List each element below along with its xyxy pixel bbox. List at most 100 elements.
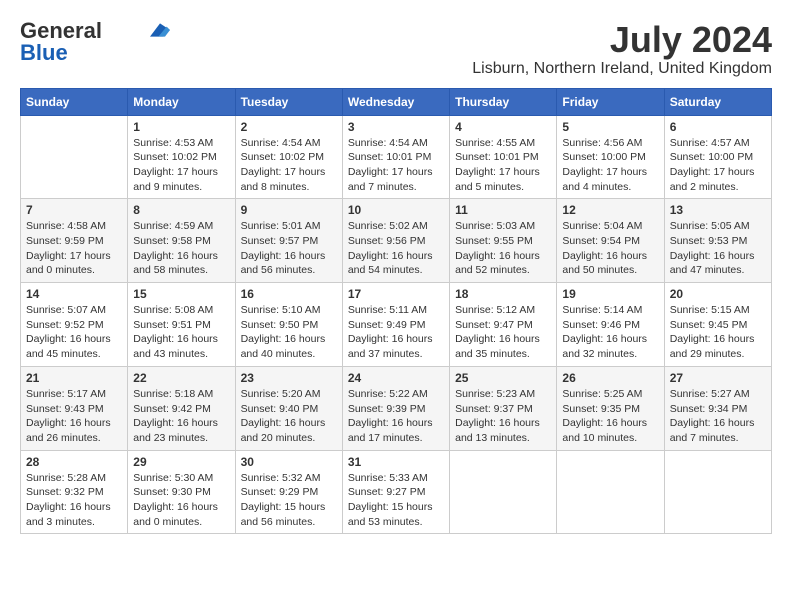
calendar-cell: 20 Sunrise: 5:15 AMSunset: 9:45 PMDayligh… [664, 283, 771, 367]
calendar-cell: 28Sunrise: 5:28 AMSunset: 9:32 PMDayligh… [21, 450, 128, 534]
calendar-cell: 24 Sunrise: 5:22 AMSunset: 9:39 PMDayligh… [342, 366, 449, 450]
day-number: 7 [26, 203, 122, 217]
calendar-cell: 16 Sunrise: 5:10 AMSunset: 9:50 PMDayligh… [235, 283, 342, 367]
day-number: 24 [348, 371, 444, 385]
day-number: 20 [670, 287, 766, 301]
day-info: Sunrise: 5:33 AMSunset: 9:27 PMDaylight:… [348, 471, 444, 530]
day-info: Sunrise: 5:23 AMSunset: 9:37 PMDaylight:… [455, 387, 551, 446]
day-number: 17 [348, 287, 444, 301]
calendar-cell: 1 Sunrise: 4:53 AMSunset: 10:02 PMDayligh… [128, 115, 235, 199]
day-number: 2 [241, 120, 337, 134]
day-number: 30 [241, 455, 337, 469]
calendar-cell: 13 Sunrise: 5:05 AMSunset: 9:53 PMDayligh… [664, 199, 771, 283]
calendar-cell: 4 Sunrise: 4:55 AMSunset: 10:01 PMDayligh… [450, 115, 557, 199]
day-info: Sunrise: 4:59 AMSunset: 9:58 PMDaylight:… [133, 219, 229, 278]
day-number: 9 [241, 203, 337, 217]
header-thursday: Thursday [450, 88, 557, 115]
calendar-cell: 9 Sunrise: 5:01 AMSunset: 9:57 PMDaylight… [235, 199, 342, 283]
day-number: 21 [26, 371, 122, 385]
day-info: Sunrise: 4:53 AMSunset: 10:02 PMDaylight… [133, 136, 229, 195]
day-number: 28 [26, 455, 122, 469]
calendar-cell: 18 Sunrise: 5:12 AMSunset: 9:47 PMDayligh… [450, 283, 557, 367]
day-number: 1 [133, 120, 229, 134]
header-saturday: Saturday [664, 88, 771, 115]
day-number: 10 [348, 203, 444, 217]
logo-blue: Blue [20, 42, 68, 64]
calendar-cell: 25 Sunrise: 5:23 AMSunset: 9:37 PMDayligh… [450, 366, 557, 450]
day-number: 26 [562, 371, 658, 385]
day-info: Sunrise: 4:58 AMSunset: 9:59 PMDaylight:… [26, 219, 122, 278]
calendar-table: Sunday Monday Tuesday Wednesday Thursday… [20, 88, 772, 535]
month-title: July 2024 [472, 20, 772, 60]
calendar-cell: 22 Sunrise: 5:18 AMSunset: 9:42 PMDayligh… [128, 366, 235, 450]
day-info: Sunrise: 5:04 AMSunset: 9:54 PMDaylight:… [562, 219, 658, 278]
day-info: Sunrise: 5:20 AMSunset: 9:40 PMDaylight:… [241, 387, 337, 446]
calendar-cell: 14 Sunrise: 5:07 AMSunset: 9:52 PMDayligh… [21, 283, 128, 367]
header-friday: Friday [557, 88, 664, 115]
day-info: Sunrise: 4:54 AMSunset: 10:01 PMDaylight… [348, 136, 444, 195]
day-info: Sunrise: 5:03 AMSunset: 9:55 PMDaylight:… [455, 219, 551, 278]
day-number: 31 [348, 455, 444, 469]
calendar-cell: 27Sunrise: 5:27 AMSunset: 9:34 PMDayligh… [664, 366, 771, 450]
header-wednesday: Wednesday [342, 88, 449, 115]
calendar-cell: 15 Sunrise: 5:08 AMSunset: 9:51 PMDayligh… [128, 283, 235, 367]
day-info: Sunrise: 5:17 AMSunset: 9:43 PMDaylight:… [26, 387, 122, 446]
day-info: Sunrise: 5:12 AMSunset: 9:47 PMDaylight:… [455, 303, 551, 362]
week-row-0: 1 Sunrise: 4:53 AMSunset: 10:02 PMDayligh… [21, 115, 772, 199]
day-number: 14 [26, 287, 122, 301]
day-info: Sunrise: 5:10 AMSunset: 9:50 PMDaylight:… [241, 303, 337, 362]
calendar-cell: 7 Sunrise: 4:58 AMSunset: 9:59 PMDaylight… [21, 199, 128, 283]
page-header: General Blue July 2024 Lisburn, Northern… [20, 20, 772, 78]
day-info: Sunrise: 5:11 AMSunset: 9:49 PMDaylight:… [348, 303, 444, 362]
day-info: Sunrise: 5:01 AMSunset: 9:57 PMDaylight:… [241, 219, 337, 278]
day-info: Sunrise: 4:57 AMSunset: 10:00 PMDaylight… [670, 136, 766, 195]
calendar-cell: 11 Sunrise: 5:03 AMSunset: 9:55 PMDayligh… [450, 199, 557, 283]
day-info: Sunrise: 5:08 AMSunset: 9:51 PMDaylight:… [133, 303, 229, 362]
day-info: Sunrise: 5:15 AMSunset: 9:45 PMDaylight:… [670, 303, 766, 362]
calendar-cell: 10 Sunrise: 5:02 AMSunset: 9:56 PMDayligh… [342, 199, 449, 283]
day-number: 22 [133, 371, 229, 385]
day-number: 3 [348, 120, 444, 134]
day-info: Sunrise: 4:55 AMSunset: 10:01 PMDaylight… [455, 136, 551, 195]
header-tuesday: Tuesday [235, 88, 342, 115]
day-info: Sunrise: 5:02 AMSunset: 9:56 PMDaylight:… [348, 219, 444, 278]
header-row: Sunday Monday Tuesday Wednesday Thursday… [21, 88, 772, 115]
day-info: Sunrise: 5:07 AMSunset: 9:52 PMDaylight:… [26, 303, 122, 362]
header-monday: Monday [128, 88, 235, 115]
calendar-cell: 5Sunrise: 4:56 AMSunset: 10:00 PMDayligh… [557, 115, 664, 199]
day-number: 25 [455, 371, 551, 385]
day-number: 11 [455, 203, 551, 217]
day-number: 16 [241, 287, 337, 301]
day-info: Sunrise: 5:25 AMSunset: 9:35 PMDaylight:… [562, 387, 658, 446]
calendar-cell [664, 450, 771, 534]
day-number: 15 [133, 287, 229, 301]
day-number: 12 [562, 203, 658, 217]
day-number: 13 [670, 203, 766, 217]
calendar-cell [450, 450, 557, 534]
calendar-cell: 12 Sunrise: 5:04 AMSunset: 9:54 PMDayligh… [557, 199, 664, 283]
calendar-cell: 2 Sunrise: 4:54 AMSunset: 10:02 PMDayligh… [235, 115, 342, 199]
calendar-cell: 8 Sunrise: 4:59 AMSunset: 9:58 PMDaylight… [128, 199, 235, 283]
title-area: July 2024 Lisburn, Northern Ireland, Uni… [472, 20, 772, 78]
day-info: Sunrise: 4:56 AMSunset: 10:00 PMDaylight… [562, 136, 658, 195]
calendar-cell: 26 Sunrise: 5:25 AMSunset: 9:35 PMDayligh… [557, 366, 664, 450]
calendar-cell: 23Sunrise: 5:20 AMSunset: 9:40 PMDayligh… [235, 366, 342, 450]
day-number: 8 [133, 203, 229, 217]
day-info: Sunrise: 5:18 AMSunset: 9:42 PMDaylight:… [133, 387, 229, 446]
calendar-cell: 6Sunrise: 4:57 AMSunset: 10:00 PMDayligh… [664, 115, 771, 199]
calendar-cell: 29Sunrise: 5:30 AMSunset: 9:30 PMDayligh… [128, 450, 235, 534]
week-row-4: 28Sunrise: 5:28 AMSunset: 9:32 PMDayligh… [21, 450, 772, 534]
calendar-cell: 17 Sunrise: 5:11 AMSunset: 9:49 PMDayligh… [342, 283, 449, 367]
day-number: 18 [455, 287, 551, 301]
day-info: Sunrise: 5:14 AMSunset: 9:46 PMDaylight:… [562, 303, 658, 362]
day-number: 4 [455, 120, 551, 134]
calendar-cell [21, 115, 128, 199]
day-info: Sunrise: 5:05 AMSunset: 9:53 PMDaylight:… [670, 219, 766, 278]
day-info: Sunrise: 5:22 AMSunset: 9:39 PMDaylight:… [348, 387, 444, 446]
day-info: Sunrise: 5:30 AMSunset: 9:30 PMDaylight:… [133, 471, 229, 530]
day-number: 27 [670, 371, 766, 385]
header-sunday: Sunday [21, 88, 128, 115]
day-info: Sunrise: 4:54 AMSunset: 10:02 PMDaylight… [241, 136, 337, 195]
logo: General Blue [20, 20, 170, 64]
calendar-cell: 31 Sunrise: 5:33 AMSunset: 9:27 PMDayligh… [342, 450, 449, 534]
